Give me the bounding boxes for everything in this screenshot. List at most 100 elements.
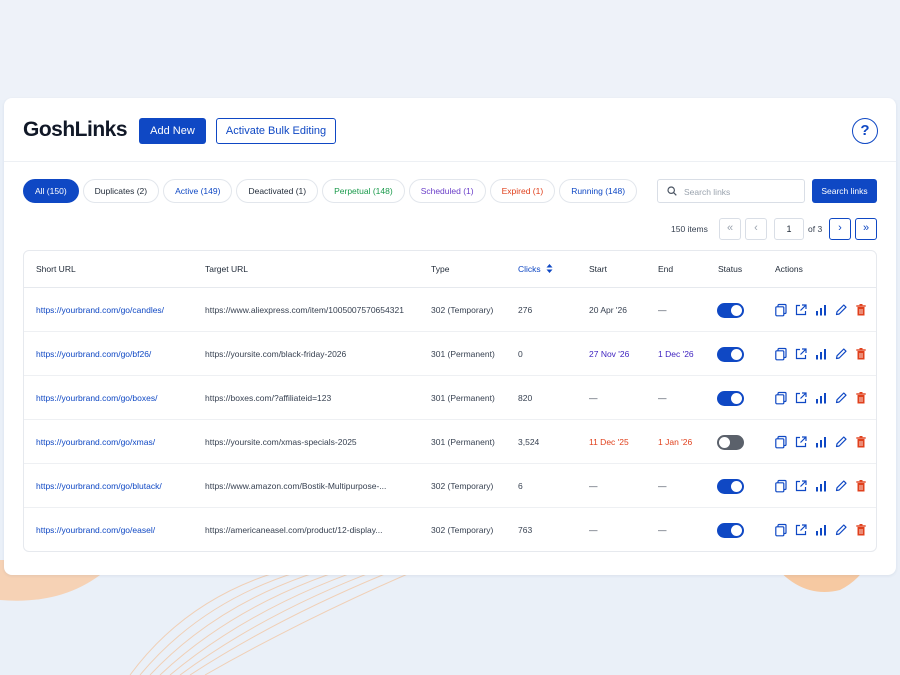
copy-icon[interactable]	[774, 303, 788, 317]
redirect-type: 302 (Temporary)	[431, 305, 494, 315]
target-url: https://www.amazon.com/Bostik-Multipurpo…	[205, 481, 387, 491]
help-icon[interactable]: ?	[852, 118, 878, 144]
delete-icon[interactable]	[854, 435, 868, 449]
status-toggle[interactable]	[717, 347, 744, 362]
sort-icon	[546, 264, 553, 273]
redirect-type: 301 (Permanent)	[431, 349, 495, 359]
page-total: of 3	[808, 224, 823, 234]
filter-expired[interactable]: Expired (1)	[489, 179, 556, 203]
add-new-button[interactable]: Add New	[139, 118, 206, 144]
filter-duplicates[interactable]: Duplicates (2)	[82, 179, 160, 203]
stats-icon[interactable]	[814, 479, 828, 493]
click-count: 0	[518, 349, 523, 359]
header-start[interactable]: Start	[589, 251, 607, 287]
header-short-url[interactable]: Short URL	[36, 251, 76, 287]
redirect-type: 302 (Temporary)	[431, 481, 494, 491]
external-link-icon[interactable]	[794, 347, 808, 361]
status-toggle[interactable]	[717, 435, 744, 450]
short-url-link[interactable]: https://yourbrand.com/go/easel/	[36, 508, 201, 551]
filter-all[interactable]: All (150)	[23, 179, 79, 203]
filter-scheduled[interactable]: Scheduled (1)	[408, 179, 486, 203]
copy-icon[interactable]	[774, 479, 788, 493]
copy-icon[interactable]	[774, 391, 788, 405]
row-actions	[774, 347, 868, 361]
filter-running[interactable]: Running (148)	[559, 179, 638, 203]
stats-icon[interactable]	[814, 391, 828, 405]
external-link-icon[interactable]	[794, 391, 808, 405]
stats-icon[interactable]	[814, 303, 828, 317]
end-date: 1 Jan '26	[658, 437, 693, 447]
row-actions	[774, 523, 868, 537]
header-actions: Actions	[775, 264, 803, 274]
status-toggle[interactable]	[717, 303, 744, 318]
copy-icon[interactable]	[774, 435, 788, 449]
delete-icon[interactable]	[854, 479, 868, 493]
click-count: 763	[518, 525, 533, 535]
filter-perpetual[interactable]: Perpetual (148)	[322, 179, 405, 203]
stats-icon[interactable]	[814, 523, 828, 537]
table-header: Short URL Target URL Type Clicks Start E…	[24, 251, 876, 288]
edit-icon[interactable]	[834, 435, 848, 449]
header: GoshLinks Add New Activate Bulk Editing …	[4, 98, 896, 162]
search-button[interactable]: Search links	[812, 179, 877, 203]
page-number-input[interactable]	[774, 218, 804, 240]
stats-icon[interactable]	[814, 347, 828, 361]
start-date: 20 Apr '26	[589, 305, 628, 315]
filter-deactivated[interactable]: Deactivated (1)	[236, 179, 319, 203]
delete-icon[interactable]	[854, 523, 868, 537]
header-clicks[interactable]: Clicks	[518, 251, 553, 287]
short-url-link[interactable]: https://yourbrand.com/go/boxes/	[36, 376, 201, 420]
stats-icon[interactable]	[814, 435, 828, 449]
redirect-type: 302 (Temporary)	[431, 525, 494, 535]
edit-icon[interactable]	[834, 303, 848, 317]
start-date: —	[589, 525, 598, 535]
table-row: https://yourbrand.com/go/bf26/https://yo…	[24, 332, 876, 376]
delete-icon[interactable]	[854, 347, 868, 361]
header-end[interactable]: End	[658, 251, 673, 287]
copy-icon[interactable]	[774, 523, 788, 537]
edit-icon[interactable]	[834, 479, 848, 493]
table-row: https://yourbrand.com/go/blutack/https:/…	[24, 464, 876, 508]
status-toggle[interactable]	[717, 479, 744, 494]
edit-icon[interactable]	[834, 523, 848, 537]
search-box	[657, 179, 805, 203]
table-row: https://yourbrand.com/go/boxes/https://b…	[24, 376, 876, 420]
row-actions	[774, 391, 868, 405]
delete-icon[interactable]	[854, 391, 868, 405]
bulk-edit-button[interactable]: Activate Bulk Editing	[216, 118, 336, 144]
external-link-icon[interactable]	[794, 303, 808, 317]
external-link-icon[interactable]	[794, 523, 808, 537]
short-url-link[interactable]: https://yourbrand.com/go/candles/	[36, 288, 201, 332]
header-target-url[interactable]: Target URL	[205, 251, 248, 287]
header-type[interactable]: Type	[431, 251, 449, 287]
edit-icon[interactable]	[834, 347, 848, 361]
target-url: https://yoursite.com/black-friday-2026	[205, 349, 347, 359]
copy-icon[interactable]	[774, 347, 788, 361]
prev-page-button[interactable]: ‹	[745, 218, 767, 240]
click-count: 6	[518, 481, 523, 491]
next-page-button[interactable]: ›	[829, 218, 851, 240]
short-url-link[interactable]: https://yourbrand.com/go/blutack/	[36, 464, 201, 508]
first-page-button[interactable]: «	[719, 218, 741, 240]
filter-active[interactable]: Active (149)	[163, 179, 233, 203]
short-url-link[interactable]: https://yourbrand.com/go/bf26/	[36, 332, 201, 376]
row-actions	[774, 435, 868, 449]
last-page-button[interactable]: »	[855, 218, 877, 240]
short-url-link[interactable]: https://yourbrand.com/go/xmas/	[36, 420, 201, 464]
external-link-icon[interactable]	[794, 479, 808, 493]
header-clicks-label: Clicks	[518, 264, 541, 274]
table-row: https://yourbrand.com/go/xmas/https://yo…	[24, 420, 876, 464]
table-row: https://yourbrand.com/go/candles/https:/…	[24, 288, 876, 332]
end-date: —	[658, 525, 667, 535]
delete-icon[interactable]	[854, 303, 868, 317]
filter-bar: All (150) Duplicates (2) Active (149) Deact…	[23, 179, 638, 203]
search-input[interactable]	[684, 183, 800, 200]
status-toggle[interactable]	[717, 391, 744, 406]
edit-icon[interactable]	[834, 391, 848, 405]
status-toggle[interactable]	[717, 523, 744, 538]
end-date: —	[658, 305, 667, 315]
start-date: 11 Dec '25	[589, 437, 629, 447]
external-link-icon[interactable]	[794, 435, 808, 449]
redirect-type: 301 (Permanent)	[431, 437, 495, 447]
target-url: https://yoursite.com/xmas-specials-2025	[205, 437, 357, 447]
